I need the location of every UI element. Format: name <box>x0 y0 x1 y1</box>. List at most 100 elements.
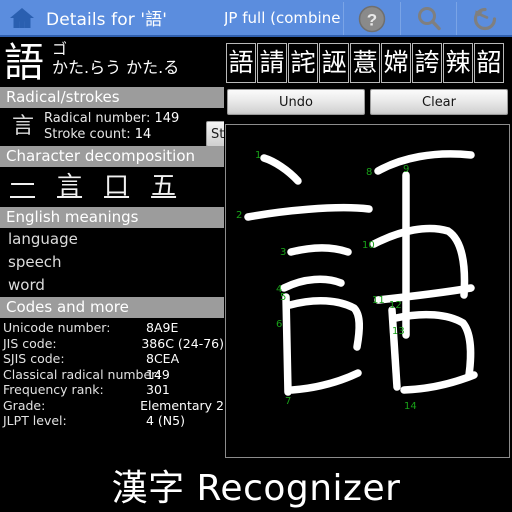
stroke-path-10 <box>370 224 469 299</box>
stroke-number: 9 <box>403 164 409 175</box>
code-label: Classical radical number: <box>3 366 161 382</box>
stroke-paths <box>244 150 478 396</box>
stroke-count-line: Stroke count: 14 <box>44 127 179 143</box>
code-label: Unicode number: <box>3 320 111 335</box>
home-icon <box>10 7 34 28</box>
stroke-number: 12 <box>389 300 402 311</box>
handwriting-canvas[interactable]: 1 2 3 4 5 6 7 8 9 10 11 12 13 14 <box>225 124 510 458</box>
code-value: 149 <box>146 366 170 382</box>
stroke-path-7 <box>288 369 362 394</box>
candidate-item[interactable]: 語 <box>226 43 256 83</box>
undo-button[interactable]: Undo <box>227 89 365 115</box>
code-row: Unicode number: 8A9E <box>3 320 224 336</box>
code-label: JIS code: <box>3 335 57 351</box>
svg-text:?: ? <box>367 10 377 29</box>
stroke-count-label: Stroke count: <box>44 127 131 142</box>
meaning-item: language <box>8 230 78 248</box>
section-header-decomposition: Character decomposition <box>0 146 224 167</box>
search-button[interactable] <box>401 0 457 37</box>
section-header-radical: Radical/strokes <box>0 87 224 108</box>
page-title: Details for '語' <box>46 10 167 30</box>
radical-number-value: 149 <box>154 111 180 126</box>
code-value: 8CEA <box>146 351 180 366</box>
help-button[interactable]: ? <box>344 0 400 37</box>
code-label: Grade: <box>3 397 46 413</box>
history-button[interactable] <box>457 0 512 37</box>
candidate-item[interactable]: 請 <box>257 43 287 83</box>
kanji-header: 語 ゴ かた.らう かた.る <box>0 39 224 87</box>
clear-button[interactable]: Clear <box>370 89 508 115</box>
ink-strokes: 1 2 3 4 5 6 7 8 9 10 11 12 13 14 <box>236 150 478 412</box>
stroke-number: 7 <box>285 396 291 407</box>
decomposition-item[interactable]: 一 <box>10 171 35 201</box>
code-label: SJIS code: <box>3 351 65 366</box>
kanji-details-panel: 語 ゴ かた.らう かた.る Radical/strokes 言 Radical… <box>0 39 224 458</box>
stroke-count-value: 14 <box>134 127 152 142</box>
candidate-item[interactable]: 誇 <box>412 43 442 83</box>
candidate-item[interactable]: 辣 <box>443 43 473 83</box>
code-value: 4 (N5) <box>146 413 185 428</box>
candidate-item[interactable]: 薏 <box>350 43 380 83</box>
stroke-number: 2 <box>236 210 242 221</box>
history-icon <box>473 7 497 30</box>
candidate-list: 語 請 詫 誣 薏 嫦 誇 辣 韶 <box>226 41 510 85</box>
code-value: 8A9E <box>146 320 179 335</box>
candidate-item[interactable]: 誣 <box>319 43 349 83</box>
stroke-number: 3 <box>280 247 286 258</box>
code-label: Frequency rank: <box>3 382 104 397</box>
section-header-codes: Codes and more <box>0 297 224 318</box>
stroke-path-6 <box>286 296 363 351</box>
code-row: JLPT level: 4 (N5) <box>3 413 224 429</box>
stroke-path-2 <box>244 203 373 221</box>
title-bar: Details for '語' JP full (combine ? <box>0 0 512 37</box>
code-value: 301 <box>146 382 170 397</box>
readings-group: ゴ かた.らう かた.る <box>52 41 179 78</box>
kanji-glyph: 語 <box>4 40 44 86</box>
meanings-list: language speech word <box>0 228 224 297</box>
code-row: Classical radical number: 149 <box>3 367 224 383</box>
code-value: Elementary 2 <box>140 397 224 413</box>
stroke-path-14 <box>400 371 478 394</box>
stroke-number: 5 <box>280 292 286 303</box>
decomposition-row: 一 言 口 五 <box>0 167 224 207</box>
stroke-path-3 <box>287 244 352 256</box>
meaning-item: speech <box>8 253 62 271</box>
code-row: SJIS code: 8CEA <box>3 351 224 367</box>
radical-text-group: Radical number: 149 Stroke count: 14 <box>44 111 179 143</box>
stroke-number: 6 <box>276 319 282 330</box>
code-row: Frequency rank: 301 <box>3 382 224 398</box>
stroke-number: 11 <box>372 295 385 306</box>
stroke-number: 10 <box>362 240 375 251</box>
home-button[interactable] <box>0 0 44 36</box>
stroke-number: 8 <box>366 167 372 178</box>
candidate-item[interactable]: 詫 <box>288 43 318 83</box>
code-row: Grade: Elementary 2 <box>3 398 224 414</box>
section-header-meanings: English meanings <box>0 207 224 228</box>
stroke-path-8 <box>374 150 475 175</box>
input-mode-label: JP full (combine <box>224 9 341 27</box>
decomposition-item[interactable]: 五 <box>151 171 176 201</box>
radical-glyph-icon: 言 <box>11 114 34 139</box>
code-row: JIS code: 386C (24-76) <box>3 336 224 352</box>
stroke-number: 14 <box>404 401 417 412</box>
meaning-item: word <box>8 276 45 294</box>
codes-table: Unicode number: 8A9E JIS code: 386C (24-… <box>0 318 224 429</box>
stroke-path-1 <box>260 154 302 185</box>
radical-number-line: Radical number: 149 <box>44 111 179 127</box>
stroke-path-4 <box>280 275 345 292</box>
code-value: 386C (24-76) <box>141 335 224 351</box>
radical-info-row: 言 Radical number: 149 Stroke count: 14 <box>0 108 224 146</box>
candidate-item[interactable]: 韶 <box>474 43 504 83</box>
stroke-number: 1 <box>255 150 261 161</box>
kun-reading: かた.らう かた.る <box>52 58 180 77</box>
candidate-item[interactable]: 嫦 <box>381 43 411 83</box>
recognizer-panel: 語 請 詫 誣 薏 嫦 誇 辣 韶 Undo Clear 1 2 3 4 5 6… <box>224 39 512 458</box>
help-icon: ? <box>358 5 386 32</box>
kanji-recognizer-app: Details for '語' JP full (combine ? 語 ゴ か… <box>0 0 512 512</box>
decomposition-item[interactable]: 口 <box>104 171 129 201</box>
app-brand-title: 漢字 Recognizer <box>0 458 512 512</box>
radical-number-label: Radical number: <box>44 111 151 126</box>
decomposition-item[interactable]: 言 <box>57 171 82 201</box>
stroke-path-11 <box>374 284 475 304</box>
search-icon <box>418 6 441 30</box>
